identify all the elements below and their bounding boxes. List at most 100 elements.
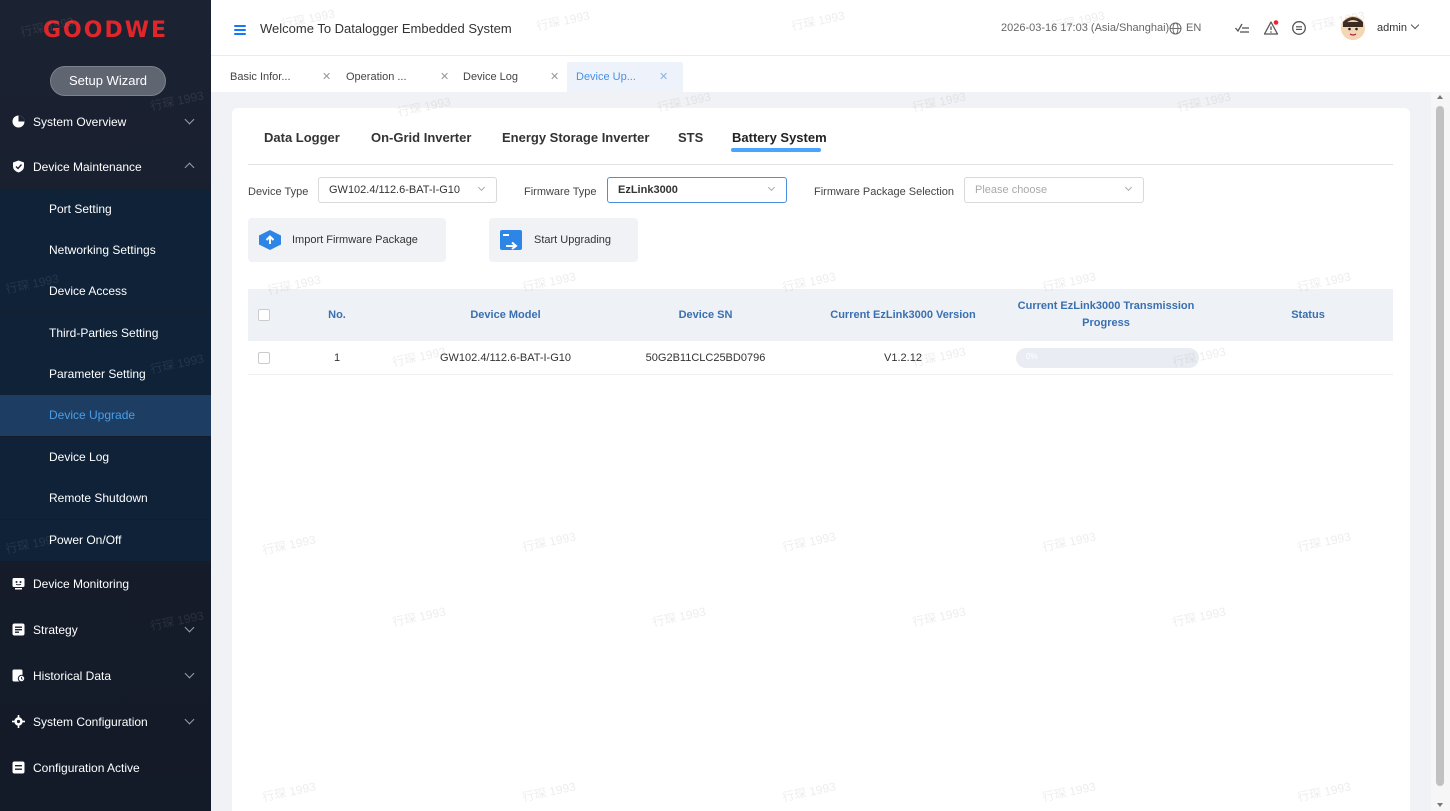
sidebar-item-device-monitoring[interactable]: Device Monitoring — [0, 563, 211, 604]
upgrade-icon — [500, 230, 522, 250]
firmware-type-label: Firmware Type — [524, 186, 597, 198]
row-checkbox[interactable] — [258, 352, 270, 364]
cell-status — [1238, 341, 1378, 375]
close-icon[interactable]: ✕ — [550, 62, 559, 92]
tab-operation[interactable]: Operation ... ✕ — [337, 62, 454, 92]
submenu-third-parties-setting[interactable]: Third-Parties Setting — [0, 313, 211, 354]
page-title: Welcome To Datalogger Embedded System — [260, 21, 512, 36]
device-type-label: Device Type — [248, 186, 309, 198]
sidebar-item-label: Device Maintenance — [33, 159, 142, 174]
submenu-parameter-setting[interactable]: Parameter Setting — [0, 354, 211, 395]
chevron-down-icon — [767, 183, 776, 192]
sidebar: GOODWE Setup Wizard System Overview Devi… — [0, 0, 211, 811]
strategy-icon — [12, 623, 25, 636]
table-row[interactable]: 1 GW102.4/112.6-BAT-I-G10 50G2B11CLC25BD… — [248, 341, 1393, 375]
transmission-progress-bar: 0% — [1016, 348, 1199, 368]
firmware-type-select[interactable]: EzLink3000 — [607, 177, 787, 203]
import-firmware-button[interactable]: Import Firmware Package — [248, 218, 446, 262]
gear-icon — [12, 715, 25, 728]
submenu-port-setting[interactable]: Port Setting — [0, 189, 211, 230]
language-switch[interactable]: EN — [1186, 22, 1201, 34]
tab-basic-info[interactable]: Basic Infor... ✕ — [221, 62, 337, 92]
submenu-power-on-off[interactable]: Power On/Off — [0, 520, 211, 561]
submenu-networking-settings[interactable]: Networking Settings — [0, 230, 211, 271]
firmware-package-placeholder: Please choose — [975, 184, 1048, 196]
goodwe-logo: GOODWE — [42, 18, 169, 43]
cell-no: 1 — [333, 352, 341, 364]
chevron-down-icon — [184, 714, 195, 725]
cell-version: V1.2.12 — [884, 352, 922, 364]
scroll-down-arrow-icon[interactable] — [1437, 803, 1443, 807]
chevron-down-icon — [184, 622, 195, 633]
watermark: 行琛 1993 — [521, 529, 578, 555]
submenu-device-upgrade[interactable]: Device Upgrade — [0, 395, 211, 436]
close-icon[interactable]: ✕ — [440, 62, 449, 92]
device-type-value: GW102.4/112.6-BAT-I-G10 — [329, 184, 461, 196]
start-upgrading-button[interactable]: Start Upgrading — [489, 218, 638, 262]
watermark: 行琛 1993 — [790, 8, 847, 34]
top-header: Welcome To Datalogger Embedded System 20… — [211, 0, 1450, 56]
subtab-energy-storage-inverter[interactable]: Energy Storage Inverter — [502, 130, 649, 145]
column-header-status: Status — [1291, 309, 1325, 321]
watermark: 行琛 1993 — [535, 8, 592, 34]
import-icon — [259, 230, 281, 250]
select-all-checkbox[interactable] — [258, 309, 270, 321]
firmware-type-value: EzLink3000 — [618, 184, 678, 196]
watermark: 行琛 1993 — [651, 604, 708, 630]
sidebar-item-system-overview[interactable]: System Overview — [0, 101, 211, 142]
subtab-sts[interactable]: STS — [678, 130, 703, 145]
firmware-package-select[interactable]: Please choose — [964, 177, 1144, 203]
tab-device-upgrade[interactable]: Device Up... ✕ — [567, 62, 683, 92]
sidebar-item-system-configuration[interactable]: System Configuration — [0, 701, 211, 742]
close-icon[interactable]: ✕ — [659, 62, 668, 92]
submenu-remote-shutdown[interactable]: Remote Shutdown — [0, 478, 211, 519]
start-upgrading-label: Start Upgrading — [534, 234, 612, 246]
globe-icon[interactable] — [1169, 22, 1182, 35]
divider — [248, 164, 1393, 165]
watermark: 行琛 1993 — [1171, 604, 1228, 630]
chevron-down-icon — [184, 114, 195, 125]
submenu-device-access[interactable]: Device Access — [0, 271, 211, 312]
sidebar-item-strategy[interactable]: Strategy — [0, 609, 211, 650]
submenu-device-log[interactable]: Device Log — [0, 437, 211, 478]
sidebar-item-device-maintenance[interactable]: Device Maintenance — [0, 146, 211, 187]
subtab-battery-system[interactable]: Battery System — [732, 130, 827, 145]
sidebar-item-label: System Overview — [33, 114, 127, 129]
sidebar-item-label: System Configuration — [33, 714, 148, 729]
scrollbar-thumb[interactable] — [1436, 106, 1444, 786]
sidebar-item-label: Device Monitoring — [33, 576, 130, 591]
column-header-version: Current EzLink3000 Version — [830, 309, 976, 321]
watermark: 行琛 1993 — [1041, 529, 1098, 555]
chevron-down-icon[interactable] — [1410, 20, 1420, 30]
sidebar-item-historical-data[interactable]: Historical Data — [0, 655, 211, 696]
tab-label: Device Up... — [576, 71, 636, 83]
chevron-down-icon — [184, 668, 195, 679]
column-header-no: No. — [328, 309, 346, 321]
message-icon[interactable] — [1291, 20, 1307, 36]
device-type-select[interactable]: GW102.4/112.6-BAT-I-G10 — [318, 177, 497, 203]
datetime-display: 2026-03-16 17:03 (Asia/Shanghai) — [1001, 22, 1170, 34]
sidebar-item-label: Strategy — [33, 622, 78, 637]
tab-label: Device Log — [463, 71, 519, 83]
user-name[interactable]: admin — [1377, 22, 1407, 34]
alert-icon[interactable] — [1263, 20, 1279, 36]
check-list-icon[interactable] — [1234, 20, 1250, 36]
scroll-up-arrow-icon[interactable] — [1437, 95, 1443, 99]
subtab-data-logger[interactable]: Data Logger — [264, 130, 340, 145]
tab-device-log[interactable]: Device Log ✕ — [454, 62, 567, 92]
setup-wizard-button[interactable]: Setup Wizard — [50, 66, 166, 96]
chevron-down-icon — [477, 183, 486, 192]
history-icon — [12, 669, 25, 682]
column-header-progress: Current EzLink3000 Transmission Progress — [1017, 300, 1195, 329]
close-icon[interactable]: ✕ — [322, 62, 331, 92]
menu-toggle-icon[interactable] — [234, 25, 246, 35]
pie-chart-icon — [12, 115, 25, 128]
tab-label: Basic Infor... — [230, 71, 291, 83]
watermark: 行琛 1993 — [1296, 779, 1353, 805]
sidebar-item-configuration-active[interactable]: Configuration Active — [0, 747, 211, 788]
avatar[interactable] — [1341, 16, 1365, 40]
vertical-scrollbar[interactable] — [1431, 92, 1450, 811]
subtab-on-grid-inverter[interactable]: On-Grid Inverter — [371, 130, 471, 145]
sidebar-item-label: Configuration Active — [33, 760, 140, 775]
watermark: 行琛 1993 — [1296, 529, 1353, 555]
